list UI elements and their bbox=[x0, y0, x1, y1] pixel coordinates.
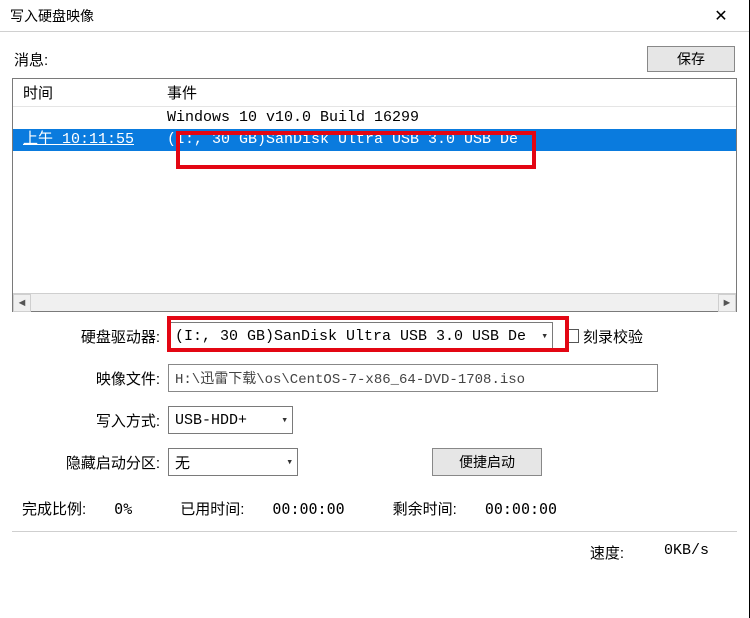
log-panel: 时间 事件 Windows 10 v10.0 Build 16299 上午 10… bbox=[12, 78, 737, 312]
log-col-event: 事件 bbox=[163, 82, 736, 103]
hidden-boot-select[interactable]: 无 ▾ bbox=[168, 448, 298, 476]
remain-value: 00:00:00 bbox=[485, 500, 557, 518]
write-mode-label: 写入方式: bbox=[22, 410, 168, 431]
checkbox-box-icon bbox=[565, 329, 579, 343]
messages-label: 消息: bbox=[14, 49, 48, 70]
verify-checkbox[interactable]: 刻录校验 bbox=[565, 326, 643, 347]
drive-select[interactable]: (I:, 30 GB)SanDisk Ultra USB 3.0 USB De … bbox=[168, 322, 553, 350]
window-title: 写入硬盘映像 bbox=[10, 6, 94, 26]
row-write-mode: 写入方式: USB-HDD+ ▾ bbox=[22, 406, 727, 434]
speed-label: 速度: bbox=[590, 542, 624, 563]
close-icon[interactable]: ✕ bbox=[701, 2, 741, 30]
hidden-boot-label: 隐藏启动分区: bbox=[22, 452, 168, 473]
chevron-down-icon: ▾ bbox=[286, 455, 293, 469]
scroll-left-icon[interactable]: ◄ bbox=[13, 294, 31, 312]
elapsed-value: 00:00:00 bbox=[272, 500, 344, 518]
titlebar: 写入硬盘映像 ✕ bbox=[0, 0, 749, 32]
form-area: 硬盘驱动器: (I:, 30 GB)SanDisk Ultra USB 3.0 … bbox=[12, 312, 737, 494]
done-value: 0% bbox=[114, 500, 132, 518]
horizontal-scrollbar[interactable]: ◄ ► bbox=[13, 293, 736, 311]
speed-row: 速度: 0KB/s bbox=[12, 536, 737, 563]
image-file-input[interactable]: H:\迅雷下载\os\CentOS-7-x86_64-DVD-1708.iso bbox=[168, 364, 658, 392]
scroll-right-icon[interactable]: ► bbox=[718, 294, 736, 312]
remain-label: 剩余时间: bbox=[393, 498, 457, 519]
content: 消息: 保存 时间 事件 Windows 10 v10.0 Build 1629… bbox=[0, 32, 749, 567]
row-drive: 硬盘驱动器: (I:, 30 GB)SanDisk Ultra USB 3.0 … bbox=[22, 322, 727, 350]
messages-header: 消息: 保存 bbox=[14, 46, 735, 72]
chevron-down-icon: ▾ bbox=[541, 329, 548, 343]
scroll-track[interactable] bbox=[31, 294, 718, 311]
log-row-selected[interactable]: 上午 10:11:55 (I:, 30 GB)SanDisk Ultra USB… bbox=[13, 129, 736, 151]
portable-boot-button[interactable]: 便捷启动 bbox=[432, 448, 542, 476]
log-cell-event: (I:, 30 GB)SanDisk Ultra USB 3.0 USB De bbox=[163, 129, 736, 151]
log-col-time: 时间 bbox=[13, 82, 163, 103]
image-file-value: H:\迅雷下载\os\CentOS-7-x86_64-DVD-1708.iso bbox=[175, 368, 525, 388]
chevron-down-icon: ▾ bbox=[281, 413, 288, 427]
row-image: 映像文件: H:\迅雷下载\os\CentOS-7-x86_64-DVD-170… bbox=[22, 364, 727, 392]
image-label: 映像文件: bbox=[22, 368, 168, 389]
drive-label: 硬盘驱动器: bbox=[22, 326, 168, 347]
write-mode-value: USB-HDD+ bbox=[175, 412, 247, 429]
speed-value: 0KB/s bbox=[664, 542, 709, 563]
log-row[interactable]: Windows 10 v10.0 Build 16299 bbox=[13, 107, 736, 129]
elapsed-label: 已用时间: bbox=[180, 498, 244, 519]
drive-select-value: (I:, 30 GB)SanDisk Ultra USB 3.0 USB De bbox=[175, 328, 526, 345]
row-hidden-boot: 隐藏启动分区: 无 ▾ 便捷启动 bbox=[22, 448, 727, 476]
log-rows: Windows 10 v10.0 Build 16299 上午 10:11:55… bbox=[13, 107, 736, 293]
divider bbox=[12, 531, 737, 532]
write-mode-select[interactable]: USB-HDD+ ▾ bbox=[168, 406, 293, 434]
status-row: 完成比例: 0% 已用时间: 00:00:00 剩余时间: 00:00:00 bbox=[12, 494, 737, 529]
log-cell-event: Windows 10 v10.0 Build 16299 bbox=[163, 107, 736, 129]
log-cell-time: 上午 10:11:55 bbox=[13, 129, 163, 151]
save-button[interactable]: 保存 bbox=[647, 46, 735, 72]
log-header: 时间 事件 bbox=[13, 79, 736, 107]
hidden-boot-value: 无 bbox=[175, 452, 190, 473]
done-label: 完成比例: bbox=[22, 498, 86, 519]
verify-label: 刻录校验 bbox=[583, 326, 643, 347]
